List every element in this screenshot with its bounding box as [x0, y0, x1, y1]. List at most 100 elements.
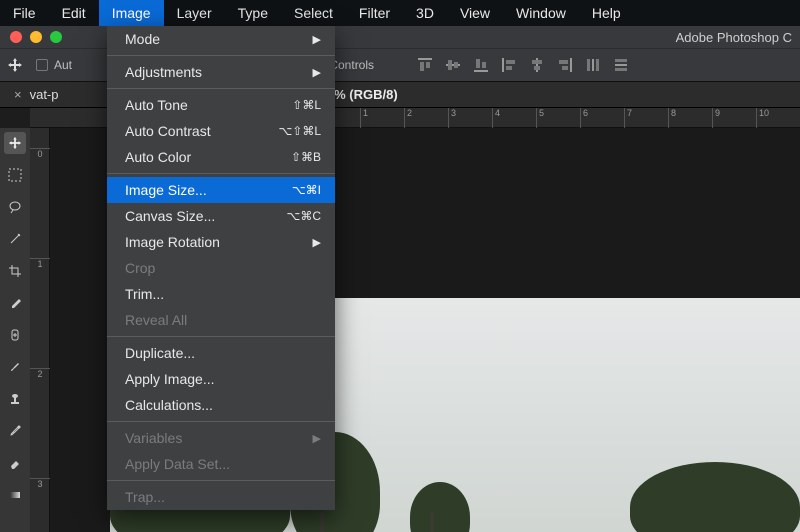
menu-item-image-rotation[interactable]: Image Rotation ▶ [107, 229, 335, 255]
menu-item-shortcut: ⇧⌘L [292, 98, 321, 112]
move-tool-icon[interactable] [0, 57, 30, 73]
app-title: Adobe Photoshop C [676, 30, 800, 45]
menu-separator [107, 421, 335, 422]
menu-item-label: Trim... [125, 286, 164, 302]
menu-item-apply-image[interactable]: Apply Image... [107, 366, 335, 392]
ruler-h-tick: 3 [448, 108, 456, 128]
submenu-arrow-icon: ▶ [313, 236, 321, 249]
menu-item-label: Auto Contrast [125, 123, 211, 139]
menu-layer[interactable]: Layer [164, 0, 225, 26]
ruler-v-tick: 0 [30, 148, 50, 159]
menu-item-auto-contrast[interactable]: Auto Contrast ⌥⇧⌘L [107, 118, 335, 144]
marquee-tool[interactable] [4, 164, 26, 186]
submenu-arrow-icon: ▶ [313, 432, 321, 445]
eraser-tool[interactable] [4, 452, 26, 474]
ruler-h-tick: 4 [492, 108, 500, 128]
menu-item-shortcut: ⇧⌘B [291, 150, 321, 164]
crop-tool[interactable] [4, 260, 26, 282]
menu-item-label: Image Size... [125, 182, 207, 198]
menu-item-canvas-size[interactable]: Canvas Size...⌥⌘C [107, 203, 335, 229]
minimize-window-button[interactable] [30, 31, 42, 43]
gradient-tool[interactable] [4, 484, 26, 506]
menubar: FileEditImageLayerTypeSelectFilter3DView… [0, 0, 800, 26]
tools-panel [0, 128, 30, 532]
menu-window[interactable]: Window [503, 0, 579, 26]
menu-item-auto-tone[interactable]: Auto Tone ⇧⌘L [107, 92, 335, 118]
ruler-h-tick: 1 [360, 108, 368, 128]
menu-item-label: Calculations... [125, 397, 213, 413]
menu-item-label: Mode [125, 31, 160, 47]
menu-item-shortcut: ⌥⌘C [287, 209, 322, 223]
menu-item-duplicate[interactable]: Duplicate... [107, 340, 335, 366]
menu-item-reveal-all: Reveal All [107, 307, 335, 333]
menu-file[interactable]: File [0, 0, 49, 26]
menu-separator [107, 336, 335, 337]
align-buttons [416, 56, 630, 74]
menu-item-variables: Variables▶ [107, 425, 335, 451]
menu-item-adjustments[interactable]: Adjustments ▶ [107, 59, 335, 85]
align-hcenter-icon[interactable] [528, 56, 546, 74]
auto-select-option[interactable]: Aut [36, 58, 72, 72]
stamp-tool[interactable] [4, 388, 26, 410]
menu-item-apply-data-set: Apply Data Set... [107, 451, 335, 477]
image-menu-dropdown: Mode ▶ Adjustments ▶ Auto Tone ⇧⌘L Auto Contra… [107, 26, 335, 510]
ruler-h-tick: 7 [624, 108, 632, 128]
menu-3d[interactable]: 3D [403, 0, 447, 26]
menu-item-mode[interactable]: Mode ▶ [107, 26, 335, 52]
menu-separator [107, 88, 335, 89]
menu-view[interactable]: View [447, 0, 503, 26]
wand-tool[interactable] [4, 228, 26, 250]
menu-item-trap: Trap... [107, 484, 335, 510]
menu-help[interactable]: Help [579, 0, 634, 26]
ruler-v-tick: 3 [30, 478, 50, 489]
align-left-icon[interactable] [500, 56, 518, 74]
submenu-arrow-icon: ▶ [313, 33, 321, 46]
ruler-h-tick: 6 [580, 108, 588, 128]
menu-item-label: Image Rotation [125, 234, 220, 250]
close-tab-icon[interactable]: × [14, 87, 22, 102]
checkbox-icon [36, 59, 48, 71]
ruler-vertical[interactable]: 0123 [30, 128, 50, 532]
menu-item-shortcut: ⌥⇧⌘L [278, 124, 321, 138]
menu-item-trim[interactable]: Trim... [107, 281, 335, 307]
healing-tool[interactable] [4, 324, 26, 346]
menu-image[interactable]: Image [99, 0, 164, 26]
menu-item-label: Adjustments [125, 64, 202, 80]
lasso-tool[interactable] [4, 196, 26, 218]
menu-type[interactable]: Type [225, 0, 281, 26]
distribute-v-icon[interactable] [612, 56, 630, 74]
auto-select-label: Aut [54, 58, 72, 72]
ruler-h-tick: 9 [712, 108, 720, 128]
document-tab[interactable]: × vat-p [0, 82, 73, 107]
align-top-icon[interactable] [416, 56, 434, 74]
menu-item-label: Auto Tone [125, 97, 188, 113]
brush-tool[interactable] [4, 356, 26, 378]
distribute-h-icon[interactable] [584, 56, 602, 74]
menu-separator [107, 173, 335, 174]
menu-filter[interactable]: Filter [346, 0, 403, 26]
align-vcenter-icon[interactable] [444, 56, 462, 74]
ruler-v-tick: 1 [30, 258, 50, 269]
align-bottom-icon[interactable] [472, 56, 490, 74]
ruler-h-tick: 2 [404, 108, 412, 128]
menu-item-label: Trap... [125, 489, 165, 505]
menu-item-label: Crop [125, 260, 155, 276]
menu-item-label: Auto Color [125, 149, 191, 165]
menu-item-crop: Crop [107, 255, 335, 281]
menu-item-auto-color[interactable]: Auto Color ⇧⌘B [107, 144, 335, 170]
submenu-arrow-icon: ▶ [313, 66, 321, 79]
menu-select[interactable]: Select [281, 0, 346, 26]
menu-item-image-size[interactable]: Image Size...⌥⌘I [107, 177, 335, 203]
align-right-icon[interactable] [556, 56, 574, 74]
menu-separator [107, 55, 335, 56]
ruler-h-tick: 8 [668, 108, 676, 128]
close-window-button[interactable] [10, 31, 22, 43]
menu-item-calculations[interactable]: Calculations... [107, 392, 335, 418]
menu-item-label: Duplicate... [125, 345, 195, 361]
eyedropper-tool[interactable] [4, 292, 26, 314]
menu-item-label: Apply Image... [125, 371, 215, 387]
move-tool[interactable] [4, 132, 26, 154]
history-brush-tool[interactable] [4, 420, 26, 442]
menu-edit[interactable]: Edit [49, 0, 99, 26]
zoom-window-button[interactable] [50, 31, 62, 43]
